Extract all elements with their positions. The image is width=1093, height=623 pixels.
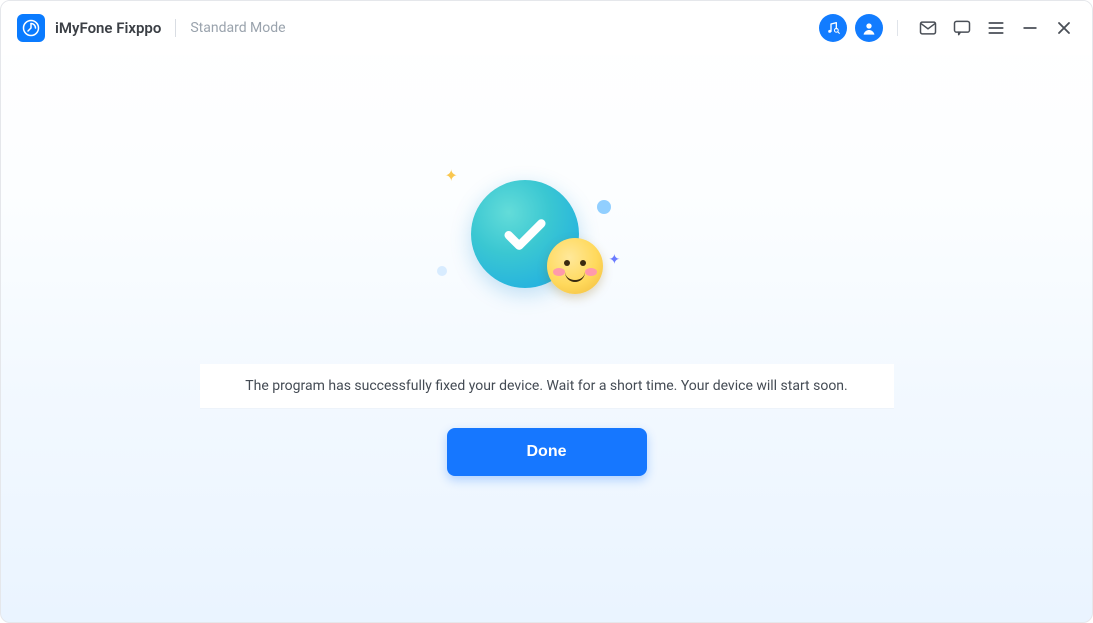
app-logo: [17, 14, 45, 42]
account-icon[interactable]: [855, 14, 883, 42]
titlebar: iMyFone Fixppo Standard Mode: [1, 1, 1092, 55]
music-search-icon[interactable]: [819, 14, 847, 42]
minimize-icon[interactable]: [1016, 14, 1044, 42]
app-title: iMyFone Fixppo: [55, 19, 161, 37]
decorative-bubble: [597, 200, 611, 214]
success-graphic: ✦ ✦: [447, 170, 647, 320]
mode-label: Standard Mode: [190, 20, 285, 36]
decorative-bubble: [437, 266, 447, 276]
smiley-face-icon: [547, 238, 603, 294]
sparkle-icon: ✦: [445, 166, 458, 185]
mail-icon[interactable]: [914, 14, 942, 42]
content-area: ✦ ✦ The program has successfully fixed y…: [1, 55, 1092, 622]
titlebar-separator: [897, 20, 898, 36]
status-message: The program has successfully fixed your …: [200, 364, 894, 408]
close-icon[interactable]: [1050, 14, 1078, 42]
feedback-icon[interactable]: [948, 14, 976, 42]
app-window: iMyFone Fixppo Standard Mode: [0, 0, 1093, 623]
done-button[interactable]: Done: [447, 428, 647, 476]
title-divider: [175, 19, 176, 37]
sparkle-icon: ✦: [609, 252, 621, 268]
menu-icon[interactable]: [982, 14, 1010, 42]
